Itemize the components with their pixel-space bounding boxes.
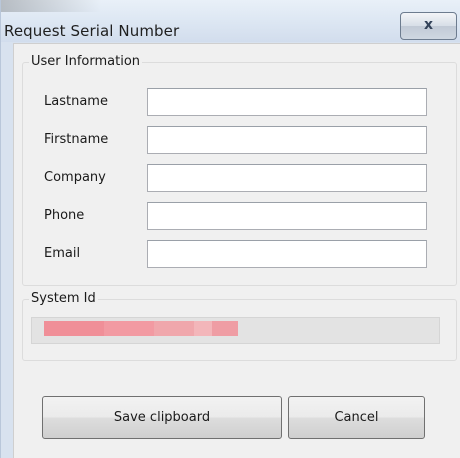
lastname-label: Lastname <box>44 94 108 109</box>
firstname-field[interactable] <box>147 126 427 154</box>
close-icon: x <box>423 17 434 33</box>
company-field[interactable] <box>147 164 427 192</box>
dialog-body: User Information Lastname Firstname Comp… <box>13 43 460 458</box>
phone-label: Phone <box>44 208 85 223</box>
save-clipboard-button[interactable]: Save clipboard <box>42 396 282 439</box>
email-field[interactable] <box>147 240 427 268</box>
user-information-legend: User Information <box>29 54 143 70</box>
request-serial-dialog: Request Serial Number x User Information… <box>0 0 460 458</box>
title-bar-shadow <box>1 0 101 12</box>
lastname-field[interactable] <box>147 88 427 116</box>
system-id-legend: System Id <box>29 291 98 307</box>
redacted-text <box>104 321 154 336</box>
system-id-field[interactable] <box>31 317 440 344</box>
cancel-button[interactable]: Cancel <box>288 396 425 439</box>
redacted-text <box>44 321 104 336</box>
title-bar[interactable]: Request Serial Number x <box>1 0 460 42</box>
window-title: Request Serial Number <box>4 22 180 40</box>
redacted-text <box>194 321 212 336</box>
phone-field[interactable] <box>147 202 427 230</box>
firstname-label: Firstname <box>44 132 109 147</box>
close-button[interactable]: x <box>400 12 457 40</box>
company-label: Company <box>44 170 106 185</box>
redacted-text <box>154 321 194 336</box>
email-label: Email <box>44 246 81 261</box>
redacted-text <box>212 321 238 336</box>
